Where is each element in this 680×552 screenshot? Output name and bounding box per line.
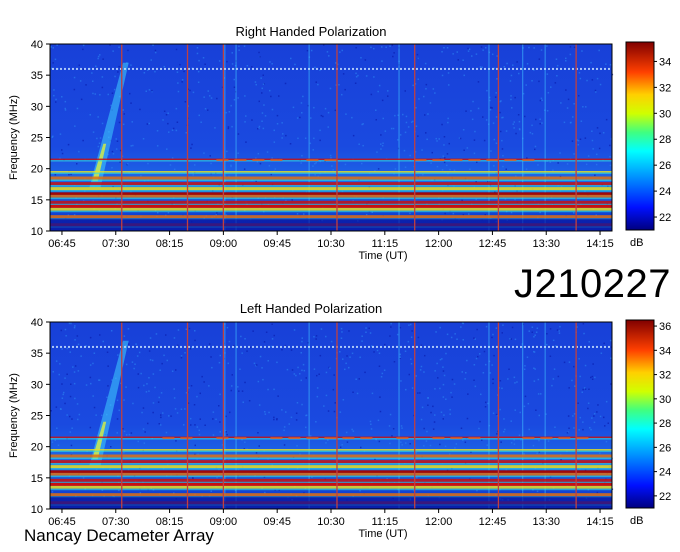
colorbar-tick-label: 22	[659, 491, 671, 503]
colorbar-tick-label: 26	[659, 442, 671, 454]
footer-label: Nancay Decameter Array	[24, 526, 214, 545]
y-tick-label: 35	[31, 70, 43, 82]
x-tick-label: 09:00	[210, 238, 238, 250]
y-tick-label: 40	[31, 317, 43, 329]
x-tick-label: 12:00	[425, 238, 453, 250]
colorbar: 22 24 26 28 30 32 34 36 dB	[625, 319, 671, 527]
x-tick-label: 14:15	[586, 238, 614, 250]
x-tick-label: 07:30	[102, 238, 130, 250]
y-tick-label: 30	[31, 379, 43, 391]
colorbar-tick-label: 28	[659, 134, 671, 146]
y-tick-label: 20	[31, 442, 43, 454]
y-tick-label: 25	[31, 411, 43, 423]
x-axis-label: Time (UT)	[358, 528, 407, 540]
observation-code: J210227	[514, 262, 671, 306]
colorbar-tick-label: 32	[659, 370, 671, 382]
colorbar-tick-label: 30	[659, 394, 671, 406]
x-tick-label: 10:30	[317, 238, 345, 250]
x-tick-label: 12:45	[479, 238, 507, 250]
colorbar-tick-label: 34	[659, 345, 671, 357]
colorbar-tick-label: 28	[659, 418, 671, 430]
x-tick-label: 13:30	[532, 238, 560, 250]
colorbar-unit: dB	[630, 515, 643, 527]
x-tick-label: 12:00	[425, 516, 453, 528]
colorbar-gradient	[625, 319, 655, 509]
x-tick-label: 11:15	[371, 238, 398, 250]
y-axis-label: Frequency (MHz)	[8, 373, 20, 458]
y-tick-label: 40	[31, 39, 43, 51]
panel-title: Right Handed Polarization	[235, 24, 386, 39]
colorbar: 22 24 26 28 30 32 34 dB	[625, 41, 671, 249]
x-tick-label: 06:45	[48, 238, 76, 250]
y-tick-label: 20	[31, 164, 43, 176]
y-tick-label: 10	[31, 226, 43, 238]
colorbar-tick-label: 24	[659, 467, 671, 479]
colorbar-tick-label: 26	[659, 160, 671, 172]
y-tick-label: 25	[31, 133, 43, 145]
x-tick-label: 10:30	[317, 516, 345, 528]
colorbar-tick-label: 36	[659, 321, 671, 333]
colorbar-gradient	[625, 41, 655, 231]
colorbar-tick-label: 22	[659, 212, 671, 224]
x-tick-label: 14:15	[586, 516, 614, 528]
colorbar-tick-label: 30	[659, 108, 671, 120]
x-tick-label: 09:45	[263, 238, 291, 250]
x-tick-label: 11:15	[371, 516, 398, 528]
x-axis-label: Time (UT)	[358, 250, 407, 262]
x-tick-label: 09:45	[263, 516, 291, 528]
colorbar-tick-label: 34	[659, 56, 671, 68]
y-tick-label: 30	[31, 101, 43, 113]
y-tick-label: 15	[31, 473, 43, 485]
x-tick-label: 08:15	[156, 238, 184, 250]
left-polarization-panel: Left Handed Polarization 10 15 20 25 30 35 40 Fr…	[8, 301, 671, 540]
colorbar-tick-label: 24	[659, 186, 671, 198]
y-tick-label: 35	[31, 348, 43, 360]
y-tick-label: 15	[31, 195, 43, 207]
panel-title: Left Handed Polarization	[240, 301, 382, 316]
y-axis-label: Frequency (MHz)	[8, 95, 20, 180]
right-polarization-panel: Right Handed Polarization 10 15 20 25 30 35 40 F…	[8, 24, 671, 262]
x-tick-label: 13:30	[532, 516, 560, 528]
y-tick-label: 10	[31, 504, 43, 516]
colorbar-tick-label: 32	[659, 82, 671, 94]
x-tick-label: 12:45	[479, 516, 507, 528]
colorbar-unit: dB	[630, 237, 643, 249]
